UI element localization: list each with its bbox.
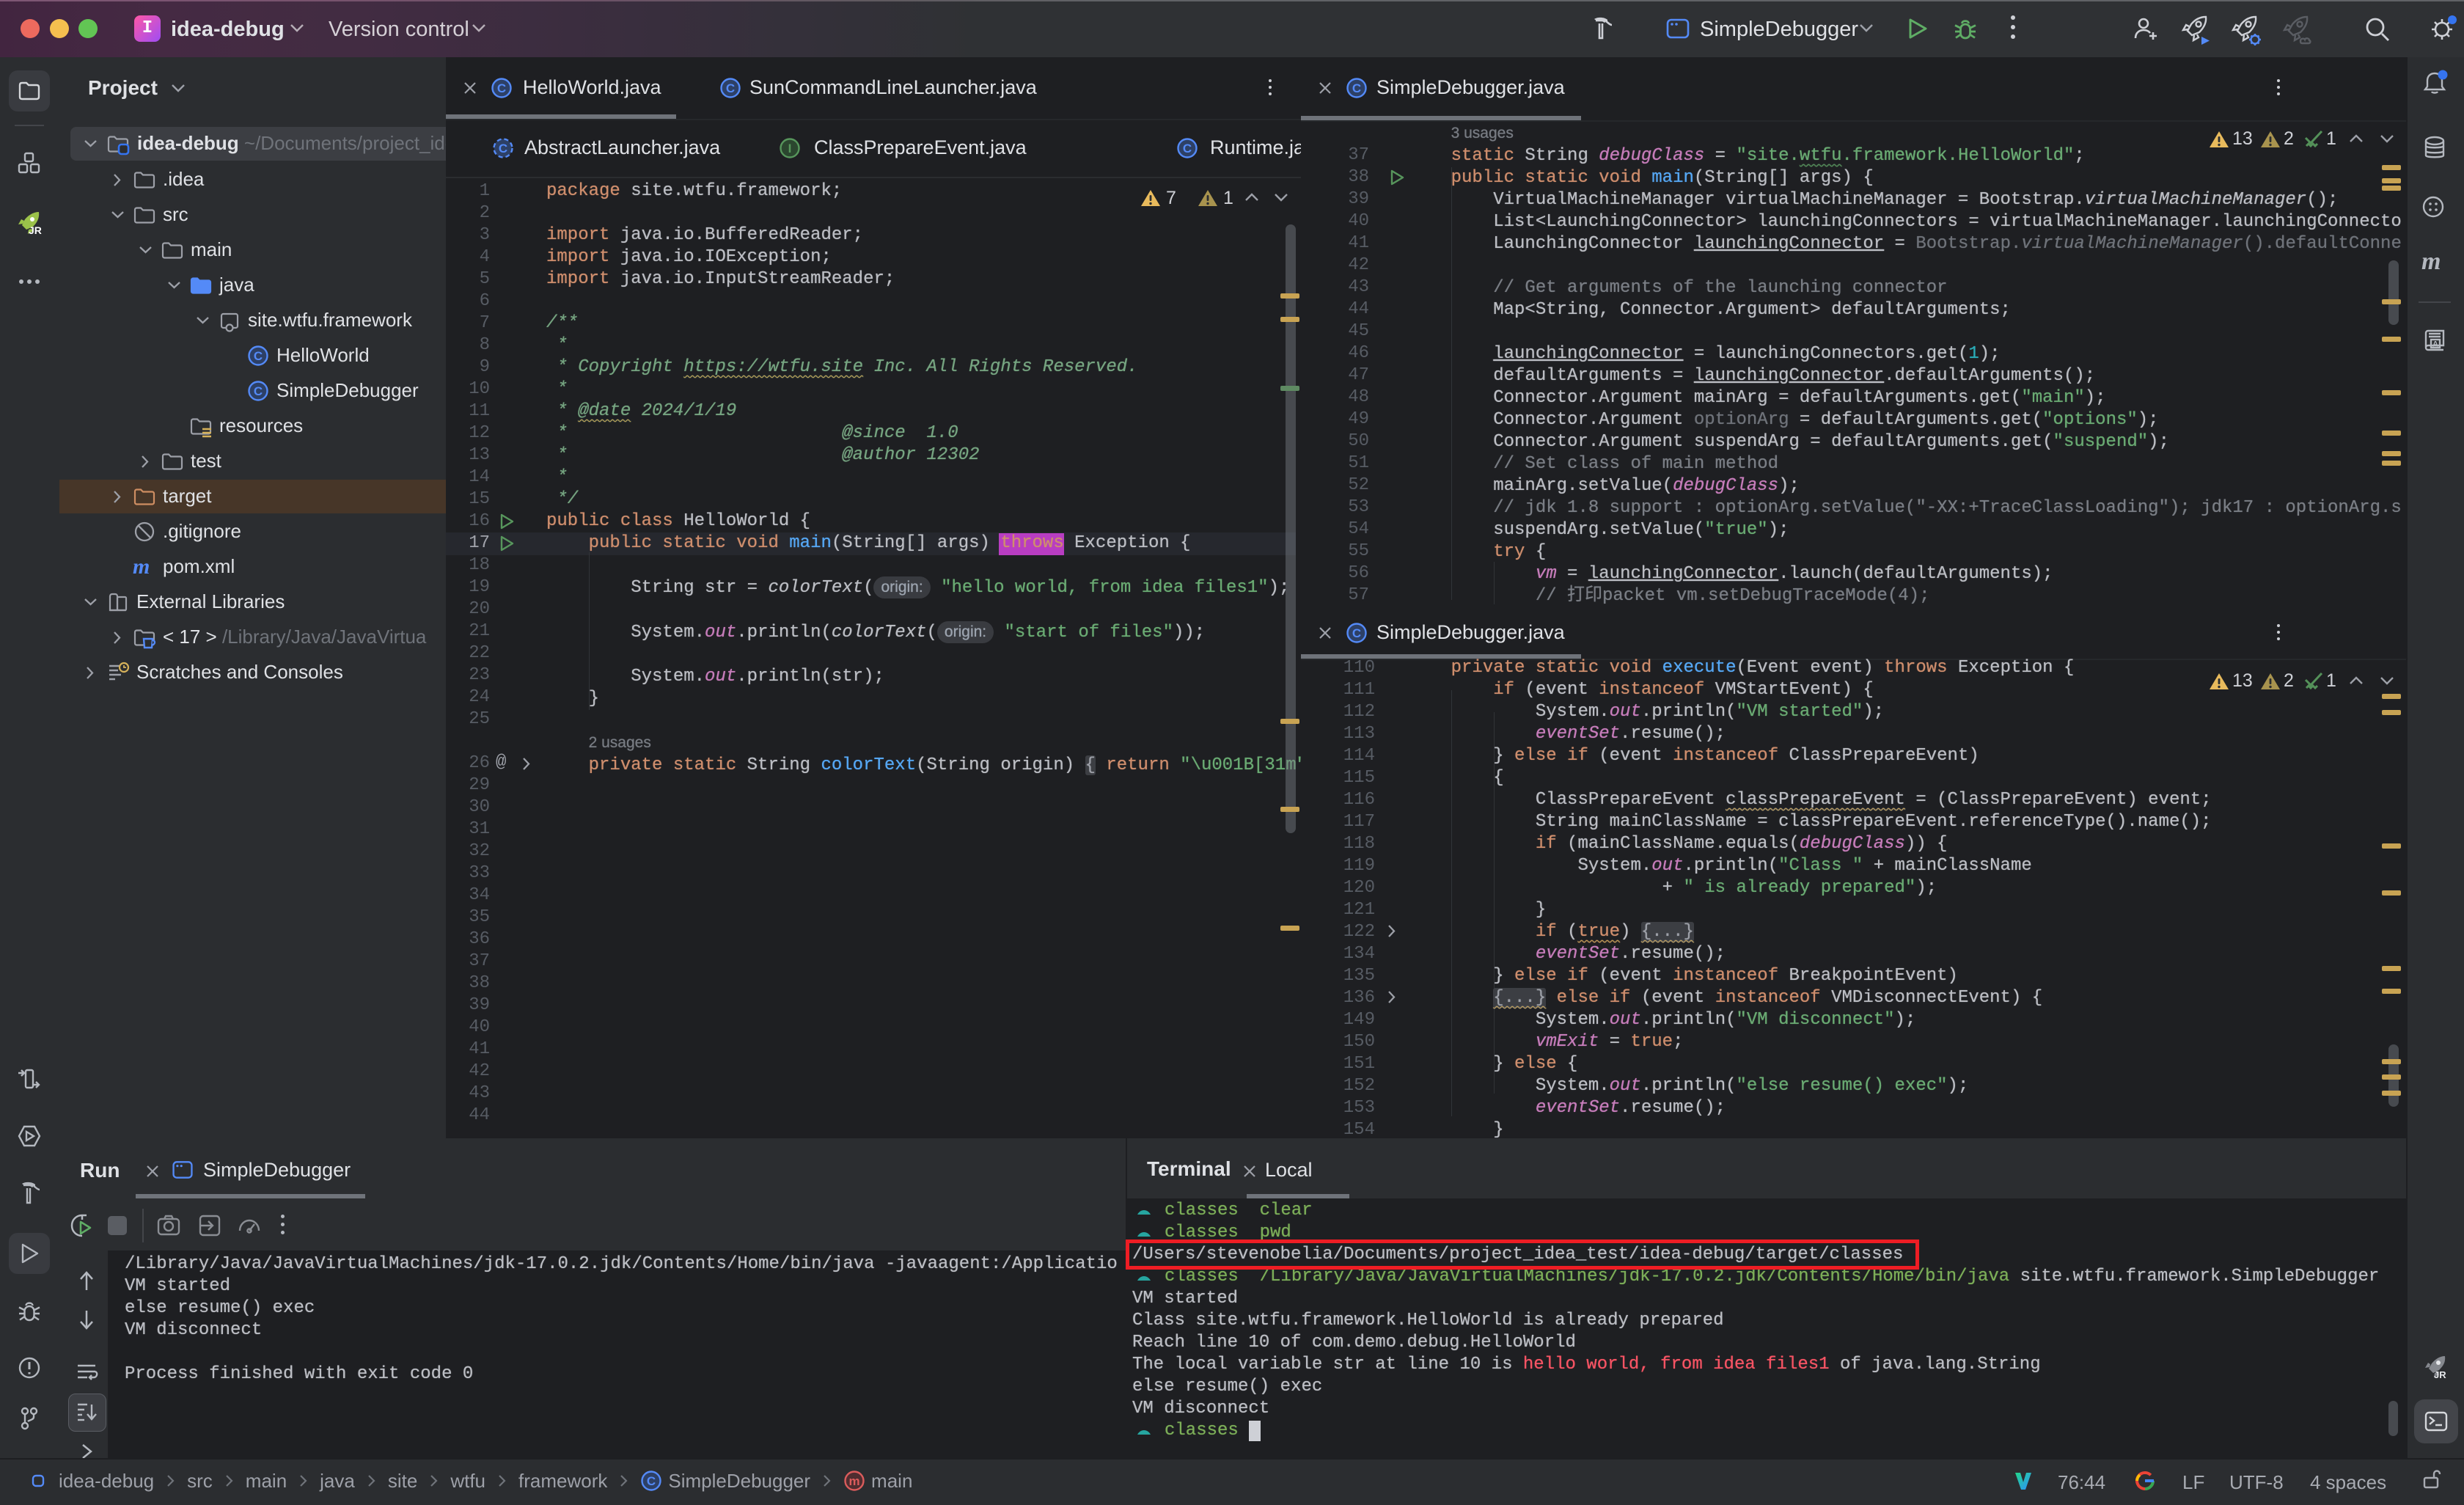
- svg-text:JR: JR: [2434, 1369, 2446, 1380]
- svg-text:C: C: [497, 81, 506, 95]
- svg-text:C: C: [1183, 142, 1192, 155]
- svg-text:C: C: [1352, 626, 1361, 640]
- svg-text:I: I: [788, 142, 792, 155]
- svg-text:A: A: [2432, 340, 2438, 349]
- svg-text:C: C: [499, 142, 507, 155]
- svg-text:C: C: [254, 384, 263, 398]
- svg-text:C: C: [1352, 81, 1361, 95]
- svg-text:m: m: [848, 1474, 859, 1488]
- svg-text:C: C: [726, 81, 735, 95]
- svg-text:C: C: [647, 1474, 656, 1488]
- svg-text:JR: JR: [29, 224, 42, 236]
- svg-text:C: C: [254, 349, 263, 363]
